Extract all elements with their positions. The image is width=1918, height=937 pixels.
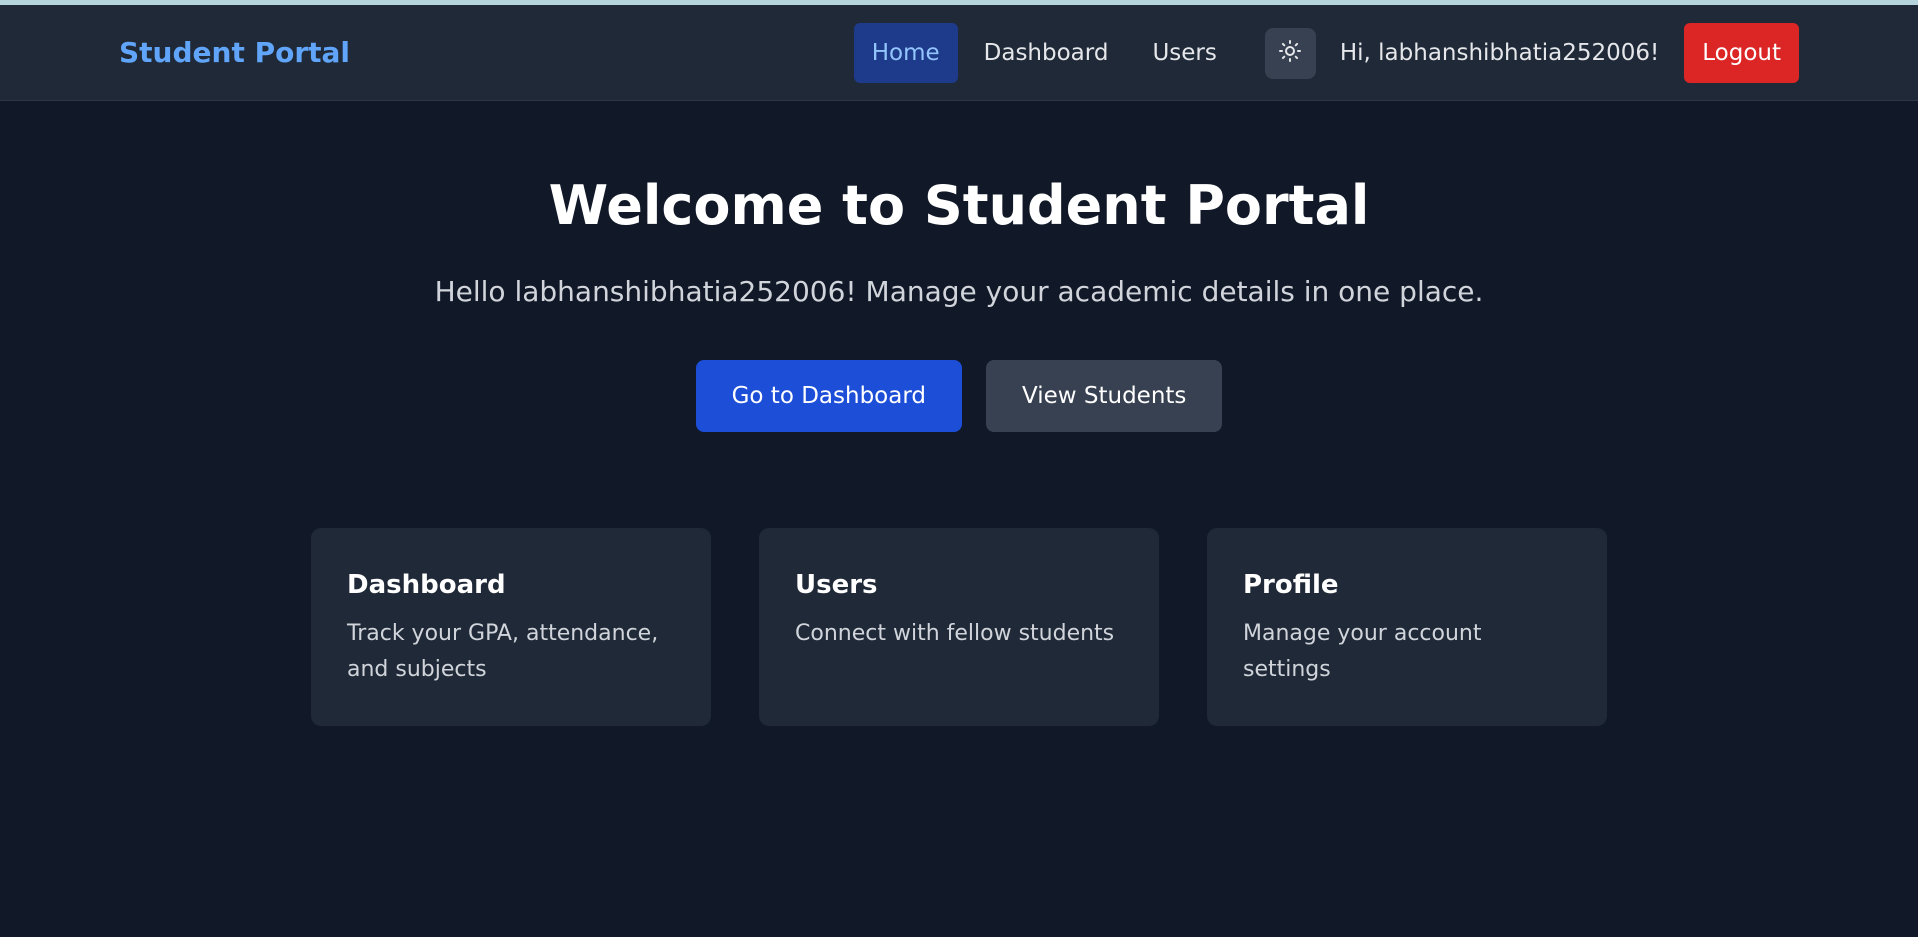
- card-description: Connect with fellow students: [795, 621, 1115, 646]
- theme-toggle-button[interactable]: [1264, 27, 1316, 79]
- card-users[interactable]: Users Connect with fellow students: [759, 528, 1159, 726]
- user-greeting: Hi, labhanshibhatia252006!: [1339, 40, 1660, 66]
- hero-actions: Go to Dashboard View Students: [0, 360, 1918, 432]
- nav-menu: Home Dashboard Users Hi, labhanshibhatia…: [853, 5, 1799, 101]
- nav-link-users[interactable]: Users: [1134, 23, 1234, 83]
- card-dashboard[interactable]: Dashboard Track your GPA, attendance, an…: [311, 528, 711, 726]
- go-to-dashboard-button[interactable]: Go to Dashboard: [695, 360, 962, 432]
- view-students-button[interactable]: View Students: [985, 360, 1223, 432]
- card-description: Track your GPA, attendance, and subjects: [347, 621, 659, 682]
- nav-link-home[interactable]: Home: [853, 23, 958, 83]
- card-title: Dashboard: [347, 570, 506, 600]
- card-title: Users: [795, 570, 878, 600]
- brand-logo[interactable]: Student Portal: [119, 5, 350, 101]
- nav-link-dashboard[interactable]: Dashboard: [966, 23, 1127, 83]
- card-title: Profile: [1243, 570, 1339, 600]
- hero-subtitle: Hello labhanshibhatia252006! Manage your…: [434, 275, 1484, 308]
- page-title: Welcome to Student Portal: [548, 174, 1370, 237]
- feature-cards: Dashboard Track your GPA, attendance, an…: [311, 528, 1607, 726]
- logout-button[interactable]: Logout: [1684, 23, 1799, 83]
- sun-icon: [1278, 39, 1302, 67]
- navbar: Student Portal Home Dashboard Users Hi,: [0, 5, 1918, 101]
- card-profile[interactable]: Profile Manage your account settings: [1207, 528, 1607, 726]
- card-description: Manage your account settings: [1243, 621, 1482, 682]
